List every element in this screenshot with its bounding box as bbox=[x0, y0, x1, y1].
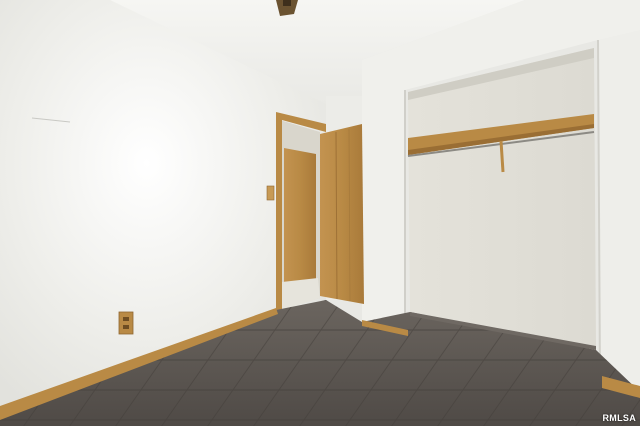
watermark: RMLSA bbox=[602, 413, 636, 423]
power-outlet bbox=[118, 311, 134, 335]
light-switch bbox=[266, 185, 275, 201]
room-photo bbox=[0, 0, 640, 426]
hallway-door bbox=[284, 148, 316, 282]
photo: RMLSA bbox=[0, 0, 640, 426]
open-doorway bbox=[276, 112, 326, 312]
wooden-closet-door bbox=[320, 124, 364, 304]
